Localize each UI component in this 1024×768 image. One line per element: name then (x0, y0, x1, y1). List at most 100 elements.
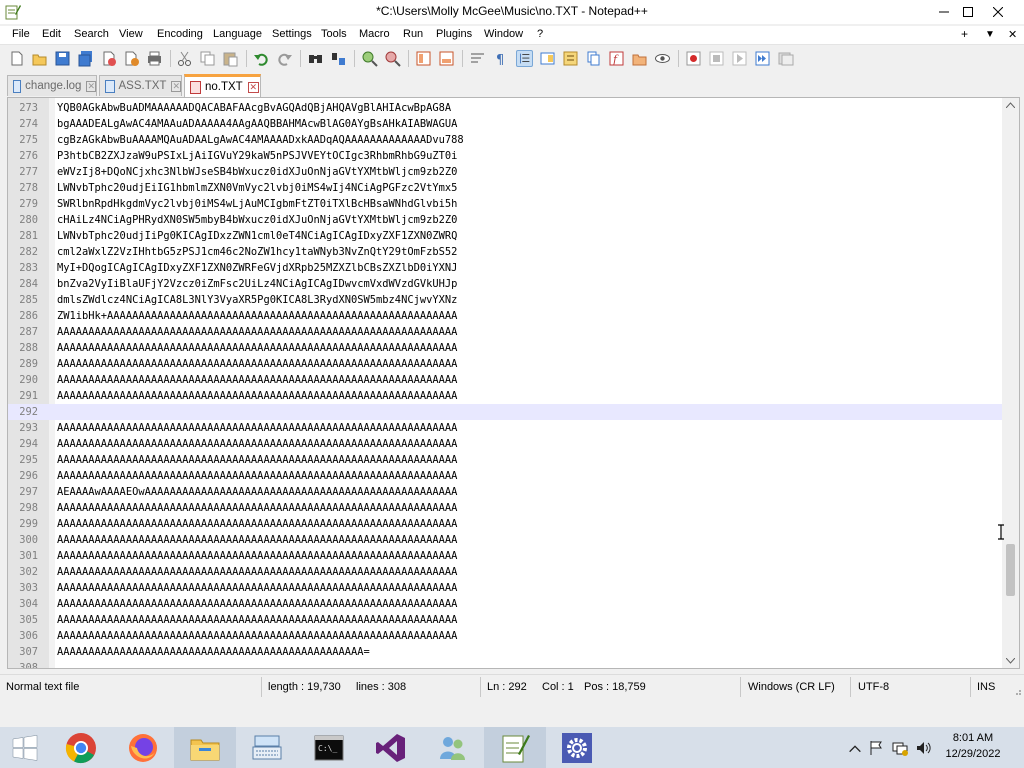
editor-line[interactable]: 287 AAAAAAAAAAAAAAAAAAAAAAAAAAAAAAAAAAAAA… (8, 324, 1008, 340)
scrollbar-thumb[interactable] (1006, 544, 1015, 596)
record-macro-icon[interactable] (685, 50, 702, 67)
folder-icon[interactable] (631, 50, 648, 67)
close-button[interactable] (983, 0, 1013, 24)
save-all-icon[interactable] (77, 50, 94, 67)
editor-line[interactable]: 285 dmlsZWdlcz4NCiAgICA8L3NlY3VyaXR5Pg0KI… (8, 292, 1008, 308)
editor-line[interactable]: 293 AAAAAAAAAAAAAAAAAAAAAAAAAAAAAAAAAAAAA… (8, 420, 1008, 436)
menu-language[interactable]: Language (213, 28, 262, 40)
function-list-icon[interactable] (562, 50, 579, 67)
menu-settings[interactable]: Settings (272, 28, 312, 40)
editor-line[interactable]: 292 (8, 404, 1008, 420)
tab-close-icon[interactable]: ✕ (86, 80, 96, 92)
editor-line[interactable]: 295 AAAAAAAAAAAAAAAAAAAAAAAAAAAAAAAAAAAAA… (8, 452, 1008, 468)
editor-line[interactable]: 301 AAAAAAAAAAAAAAAAAAAAAAAAAAAAAAAAAAAAA… (8, 548, 1008, 564)
line-text[interactable]: LWNvbTphc20udjEiIG1hbmlmZXN0VmVyc2lvbj0i… (57, 180, 457, 196)
line-text[interactable]: AAAAAAAAAAAAAAAAAAAAAAAAAAAAAAAAAAAAAAAA… (57, 388, 457, 404)
scroll-down-icon[interactable] (1006, 658, 1015, 664)
eol-format[interactable]: Windows (CR LF) (748, 681, 835, 693)
editor-line[interactable]: 276 P3htbCB2ZXJzaW9uPSIxLjAiIGVuY29kaW5nP… (8, 148, 1008, 164)
vertical-scrollbar[interactable] (1002, 98, 1019, 668)
menu-macro[interactable]: Macro (359, 28, 390, 40)
line-text[interactable]: YQB0AGkAbwBuADMAAAAAADQACABAFAAcgBvAGQAd… (57, 100, 451, 116)
menu-window[interactable]: Window (484, 28, 523, 40)
taskbar-people-app[interactable] (422, 727, 484, 768)
line-text[interactable]: AAAAAAAAAAAAAAAAAAAAAAAAAAAAAAAAAAAAAAAA… (57, 324, 457, 340)
menu-tools[interactable]: Tools (321, 28, 347, 40)
line-text[interactable]: SWRlbnRpdHkgdmVyc2lvbj0iMS4wLjAuMCIgbmFt… (57, 196, 457, 212)
editor-line[interactable]: 299 AAAAAAAAAAAAAAAAAAAAAAAAAAAAAAAAAAAAA… (8, 516, 1008, 532)
editor-line[interactable]: 286 ZW1ibHk+AAAAAAAAAAAAAAAAAAAAAAAAAAAAA… (8, 308, 1008, 324)
line-text[interactable]: AAAAAAAAAAAAAAAAAAAAAAAAAAAAAAAAAAAAAAAA… (57, 452, 457, 468)
taskbar-file-explorer[interactable] (174, 727, 236, 768)
taskbar-keyboard-app[interactable] (236, 727, 298, 768)
save-macro-icon[interactable] (777, 50, 794, 67)
menu-search[interactable]: Search (74, 28, 109, 40)
redo-icon[interactable] (276, 50, 293, 67)
line-text[interactable]: eWVzIj8+DQoNCjxhc3NlbWJseSB4bWxucz0idXJu… (57, 164, 457, 180)
zoom-out-icon[interactable] (384, 50, 401, 67)
find-icon[interactable] (307, 50, 324, 67)
line-text[interactable]: AAAAAAAAAAAAAAAAAAAAAAAAAAAAAAAAAAAAAAAA… (57, 532, 457, 548)
editor-line[interactable]: 291 AAAAAAAAAAAAAAAAAAAAAAAAAAAAAAAAAAAAA… (8, 388, 1008, 404)
scroll-up-icon[interactable] (1006, 102, 1015, 108)
line-text[interactable]: dmlsZWdlcz4NCiAgICA8L3NlY3VyaXR5Pg0KICA8… (57, 292, 457, 308)
sync-vertical-icon[interactable] (415, 50, 432, 67)
editor-line[interactable]: 277 eWVzIj8+DQoNCjxhc3NlbWJseSB4bWxucz0id… (8, 164, 1008, 180)
undo-icon[interactable] (253, 50, 270, 67)
taskbar-settings[interactable] (546, 727, 608, 768)
editor-line[interactable]: 307 AAAAAAAAAAAAAAAAAAAAAAAAAAAAAAAAAAAAA… (8, 644, 1008, 660)
line-text[interactable]: bnZva2VyIiBlaUFjY2Vzcz0iZmFsc2UiLz4NCiAg… (57, 276, 457, 292)
line-text[interactable]: AAAAAAAAAAAAAAAAAAAAAAAAAAAAAAAAAAAAAAAA… (57, 340, 457, 356)
tab-close-icon[interactable]: ✕ (171, 80, 181, 92)
flag-icon[interactable] (868, 740, 884, 756)
line-text[interactable]: AAAAAAAAAAAAAAAAAAAAAAAAAAAAAAAAAAAAAAAA… (57, 500, 457, 516)
doc-map-icon[interactable] (539, 50, 556, 67)
tab-change-log[interactable]: change.log ✕ (7, 75, 97, 96)
editor-line[interactable]: 298 AAAAAAAAAAAAAAAAAAAAAAAAAAAAAAAAAAAAA… (8, 500, 1008, 516)
line-text[interactable]: AAAAAAAAAAAAAAAAAAAAAAAAAAAAAAAAAAAAAAAA… (57, 580, 457, 596)
menu-edit[interactable]: Edit (42, 28, 61, 40)
editor-line[interactable]: 280 cHAiLz4NCiAgPHRydXN0SW5mbyB4bWxucz0id… (8, 212, 1008, 228)
menu-view[interactable]: View (119, 28, 143, 40)
insert-mode[interactable]: INS (977, 681, 995, 693)
editor-line[interactable]: 303 AAAAAAAAAAAAAAAAAAAAAAAAAAAAAAAAAAAAA… (8, 580, 1008, 596)
taskbar-firefox[interactable] (112, 727, 174, 768)
editor-line[interactable]: 282 cml2aWxlZ2VzIHhtbG5zPSJ1cm46c2NoZW1hc… (8, 244, 1008, 260)
line-text[interactable]: cHAiLz4NCiAgPHRydXN0SW5mbyB4bWxucz0idXJu… (57, 212, 457, 228)
monitor-icon[interactable] (654, 50, 671, 67)
menu-plugins[interactable]: Plugins (436, 28, 472, 40)
taskbar-visual-studio[interactable] (360, 727, 422, 768)
editor-line[interactable]: 302 AAAAAAAAAAAAAAAAAAAAAAAAAAAAAAAAAAAAA… (8, 564, 1008, 580)
line-text[interactable]: ZW1ibHk+AAAAAAAAAAAAAAAAAAAAAAAAAAAAAAAA… (57, 308, 457, 324)
run-macro-multiple-icon[interactable] (754, 50, 771, 67)
menu-help[interactable]: ? (537, 28, 543, 40)
editor-line[interactable]: 306 AAAAAAAAAAAAAAAAAAAAAAAAAAAAAAAAAAAAA… (8, 628, 1008, 644)
indent-guide-icon[interactable] (516, 50, 533, 67)
tab-no-txt[interactable]: no.TXT ✕ (184, 74, 261, 97)
line-text[interactable]: AAAAAAAAAAAAAAAAAAAAAAAAAAAAAAAAAAAAAAAA… (57, 372, 457, 388)
line-text[interactable]: bgAAADEALgAwAC4AMAAuADAAAAA4AAgAAQBBAHMA… (57, 116, 457, 132)
function-icon[interactable]: f (608, 50, 625, 67)
copy-icon[interactable] (199, 50, 216, 67)
taskbar-notepadpp[interactable] (484, 727, 546, 768)
play-macro-icon[interactable] (731, 50, 748, 67)
menu-file[interactable]: File (12, 28, 30, 40)
line-text[interactable]: cml2aWxlZ2VzIHhtbG5zPSJ1cm46c2NoZW1hcy1t… (57, 244, 457, 260)
tab-list-dropdown-icon[interactable]: ▼ (985, 29, 995, 40)
line-text[interactable]: AAAAAAAAAAAAAAAAAAAAAAAAAAAAAAAAAAAAAAAA… (57, 468, 457, 484)
line-text[interactable]: AAAAAAAAAAAAAAAAAAAAAAAAAAAAAAAAAAAAAAAA… (57, 420, 457, 436)
line-text[interactable]: AAAAAAAAAAAAAAAAAAAAAAAAAAAAAAAAAAAAAAAA… (57, 516, 457, 532)
open-file-icon[interactable] (31, 50, 48, 67)
encoding[interactable]: UTF-8 (858, 681, 889, 693)
line-text[interactable]: P3htbCB2ZXJzaW9uPSIxLjAiIGVuY29kaW5nPSJV… (57, 148, 457, 164)
maximize-button[interactable] (953, 0, 983, 24)
new-tab-plus-icon[interactable]: + (961, 27, 968, 41)
editor-line[interactable]: 308 (8, 660, 1008, 668)
menu-run[interactable]: Run (403, 28, 423, 40)
cut-icon[interactable] (176, 50, 193, 67)
editor-line[interactable]: 281 LWNvbTphc20udjIiPg0KICAgIDxzZWN1cml0e… (8, 228, 1008, 244)
editor-line[interactable]: 274 bgAAADEALgAwAC4AMAAuADAAAAA4AAgAAQBBA… (8, 116, 1008, 132)
editor-line[interactable]: 290 AAAAAAAAAAAAAAAAAAAAAAAAAAAAAAAAAAAAA… (8, 372, 1008, 388)
editor-line[interactable]: 278 LWNvbTphc20udjEiIG1hbmlmZXN0VmVyc2lvb… (8, 180, 1008, 196)
line-text[interactable]: LWNvbTphc20udjIiPg0KICAgIDxzZWN1cml0eT4N… (57, 228, 457, 244)
